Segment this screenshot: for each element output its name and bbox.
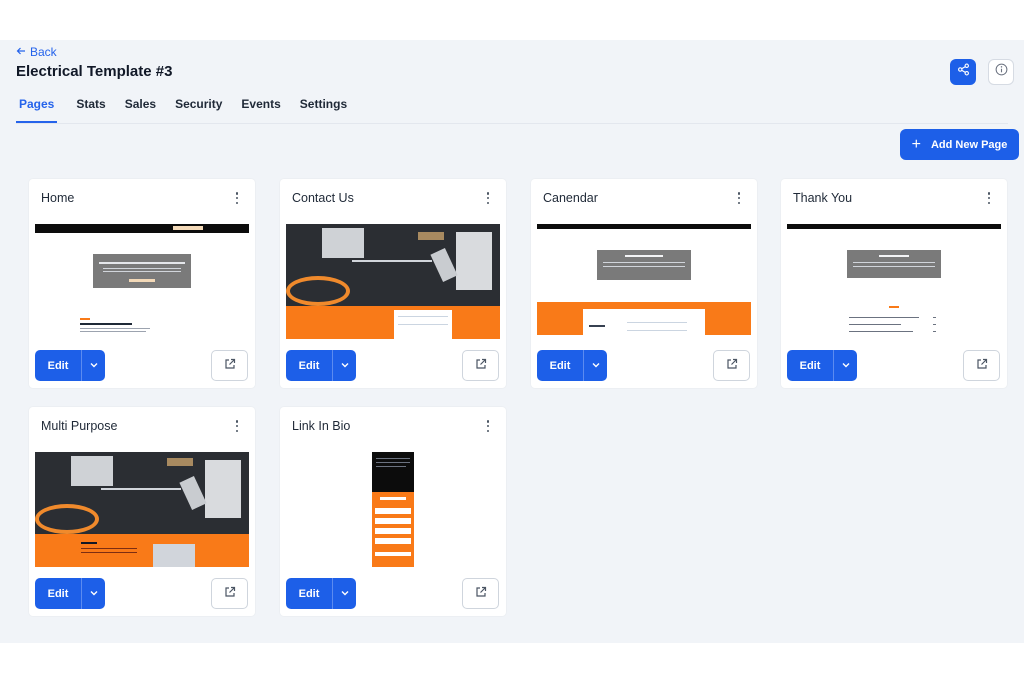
card-title: Canendar — [543, 191, 598, 205]
add-new-page-label: Add New Page — [930, 138, 1008, 151]
page-card-thank-you: Thank You Edit — [781, 179, 1007, 388]
page-thumbnail[interactable] — [787, 224, 1001, 339]
add-new-page-button[interactable]: + Add New Page — [900, 129, 1019, 160]
edit-dropdown-button[interactable] — [583, 350, 607, 381]
tab-security[interactable]: Security — [175, 95, 222, 123]
edit-button[interactable]: Edit — [35, 350, 81, 381]
external-link-icon — [475, 585, 487, 603]
tab-pages[interactable]: Pages — [16, 95, 58, 123]
back-link[interactable]: Back — [16, 45, 57, 59]
edit-button[interactable]: Edit — [35, 578, 81, 609]
open-external-button[interactable] — [462, 350, 499, 381]
chevron-down-icon — [89, 357, 99, 375]
info-button[interactable] — [988, 59, 1014, 85]
page-card-home: Home Edit — [29, 179, 255, 388]
edit-button-group: Edit — [537, 350, 607, 381]
edit-button[interactable]: Edit — [286, 578, 332, 609]
open-external-button[interactable] — [462, 578, 499, 609]
card-title: Link In Bio — [292, 419, 351, 433]
page-card-contact-us: Contact Us Edit — [280, 179, 506, 388]
tab-events[interactable]: Events — [241, 95, 280, 123]
page-title: Electrical Template #3 — [16, 63, 173, 80]
external-link-icon — [475, 357, 487, 375]
share-button[interactable] — [950, 59, 976, 85]
tab-sales[interactable]: Sales — [125, 95, 156, 123]
tab-bar: Pages Stats Sales Security Events Settin… — [16, 95, 366, 123]
edit-button[interactable]: Edit — [787, 350, 833, 381]
tabs-divider — [16, 123, 1008, 124]
edit-button-group: Edit — [35, 350, 105, 381]
external-link-icon — [224, 585, 236, 603]
more-options-icon[interactable] — [482, 419, 494, 433]
more-options-icon[interactable] — [983, 191, 995, 205]
plus-icon: + — [911, 135, 921, 153]
edit-dropdown-button[interactable] — [332, 350, 356, 381]
tab-stats[interactable]: Stats — [76, 95, 105, 123]
page-thumbnail[interactable] — [35, 452, 249, 567]
chevron-down-icon — [841, 357, 851, 375]
card-title: Thank You — [793, 191, 853, 205]
open-external-button[interactable] — [211, 578, 248, 609]
page-card-link-in-bio: Link In Bio Edit — [280, 407, 506, 616]
more-options-icon[interactable] — [733, 191, 745, 205]
open-external-button[interactable] — [963, 350, 1000, 381]
edit-button-group: Edit — [286, 578, 356, 609]
edit-dropdown-button[interactable] — [81, 578, 105, 609]
page-thumbnail[interactable] — [286, 224, 500, 339]
open-external-button[interactable] — [713, 350, 750, 381]
card-title: Home — [41, 191, 75, 205]
edit-button[interactable]: Edit — [537, 350, 583, 381]
edit-button-group: Edit — [787, 350, 857, 381]
share-icon — [957, 63, 970, 81]
page-card-canendar: Canendar Edit — [531, 179, 757, 388]
card-title: Multi Purpose — [41, 419, 118, 433]
edit-dropdown-button[interactable] — [833, 350, 857, 381]
back-label: Back — [30, 45, 57, 59]
more-options-icon[interactable] — [231, 419, 243, 433]
tab-settings[interactable]: Settings — [300, 95, 347, 123]
chevron-down-icon — [591, 357, 601, 375]
more-options-icon[interactable] — [231, 191, 243, 205]
page-thumbnail[interactable] — [35, 224, 249, 339]
app-main: Back Electrical Template #3 Pages Stats … — [0, 40, 1024, 643]
page-thumbnail[interactable] — [286, 452, 500, 567]
chevron-down-icon — [340, 585, 350, 603]
edit-button[interactable]: Edit — [286, 350, 332, 381]
external-link-icon — [976, 357, 988, 375]
page-thumbnail[interactable] — [537, 224, 751, 339]
card-title: Contact Us — [292, 191, 354, 205]
arrow-left-icon — [16, 45, 26, 59]
chevron-down-icon — [340, 357, 350, 375]
external-link-icon — [224, 357, 236, 375]
external-link-icon — [726, 357, 738, 375]
edit-button-group: Edit — [286, 350, 356, 381]
more-options-icon[interactable] — [482, 191, 494, 205]
edit-dropdown-button[interactable] — [332, 578, 356, 609]
edit-dropdown-button[interactable] — [81, 350, 105, 381]
open-external-button[interactable] — [211, 350, 248, 381]
info-icon — [995, 63, 1008, 81]
chevron-down-icon — [89, 585, 99, 603]
page-card-multi-purpose: Multi Purpose Edit — [29, 407, 255, 616]
edit-button-group: Edit — [35, 578, 105, 609]
